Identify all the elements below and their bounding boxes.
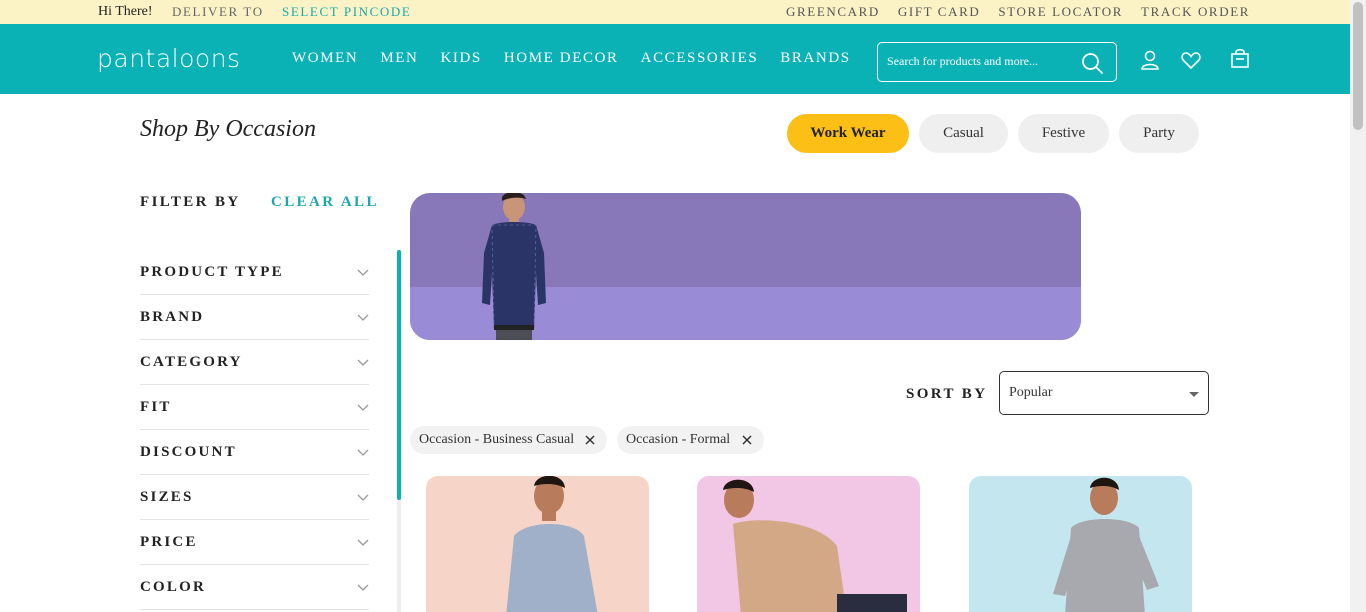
nav-accessories[interactable]: ACCESSORIES [641,50,759,67]
chevron-down-icon [357,269,369,276]
filter-price[interactable]: PRICE [140,520,369,565]
filter-label: CATEGORY [140,354,243,370]
product-image [1053,477,1159,612]
chevron-down-icon [357,494,369,501]
filter-sizes[interactable]: SIZES [140,475,369,520]
filter-color[interactable]: COLOR [140,565,369,610]
filter-scrollbar-thumb[interactable] [397,250,401,500]
product-image [506,476,598,612]
filter-label: SIZES [140,489,194,505]
nav-home-decor[interactable]: HOME DECOR [504,50,619,67]
clear-all-button[interactable]: CLEAR ALL [271,194,379,211]
chevron-down-icon [357,449,369,456]
track-order-link[interactable]: TRACK ORDER [1141,4,1250,20]
pill-casual[interactable]: Casual [919,114,1008,153]
product-image [723,479,907,612]
close-icon[interactable] [742,435,752,445]
pantaloons-logo[interactable]: pantaloons [97,44,241,73]
deliver-to-label: DELIVER TO [172,4,264,19]
filter-label: BRAND [140,309,205,325]
search-box [877,42,1117,82]
greeting-text: Hi There! [98,4,153,19]
chip-label: Occasion - Business Casual [419,432,575,447]
nav-women[interactable]: WOMEN [292,50,358,67]
close-icon[interactable] [585,435,595,445]
filter-fit[interactable]: FIT [140,385,369,430]
pill-party[interactable]: Party [1119,114,1199,153]
nav-brands[interactable]: BRANDS [780,50,850,67]
sort-selected-value: Popular [1009,385,1053,400]
sort-by-select[interactable]: Popular [999,371,1209,415]
banner-model-image [482,193,546,340]
pill-work-wear[interactable]: Work Wear [787,114,909,153]
filter-brand[interactable]: BRAND [140,295,369,340]
filter-scrollbar[interactable] [397,250,401,612]
shop-by-occasion-title: Shop By Occasion [140,116,316,142]
filter-category[interactable]: CATEGORY [140,340,369,385]
page-scrollbar-thumb[interactable] [1353,2,1363,130]
filter-discount[interactable]: DISCOUNT [140,430,369,475]
filter-by-heading: FILTER BY [140,194,241,210]
filter-label: FIT [140,399,172,415]
search-icon[interactable] [1080,51,1104,75]
chevron-down-icon [357,404,369,411]
top-strip: Hi There! DELIVER TO SELECT PINCODE GREE… [0,0,1350,24]
top-links: GREENCARD GIFT CARD STORE LOCATOR TRACK … [786,4,1250,20]
product-card[interactable] [426,476,649,612]
caret-down-icon [1189,392,1199,397]
pill-festive[interactable]: Festive [1018,114,1109,153]
shopping-bag-icon[interactable] [1229,47,1251,69]
user-icon[interactable] [1139,49,1161,71]
applied-filter-chip: Occasion - Formal [617,426,764,454]
filter-label: PRODUCT TYPE [140,264,284,280]
main-header: pantaloons WOMEN MEN KIDS HOME DECOR ACC… [0,24,1350,94]
filter-label: COLOR [140,579,207,595]
nav-men[interactable]: MEN [380,50,418,67]
chevron-down-icon [357,539,369,546]
work-wear-banner[interactable] [410,193,1081,340]
store-locator-link[interactable]: STORE LOCATOR [998,4,1123,20]
chevron-down-icon [357,314,369,321]
nav-kids[interactable]: KIDS [440,50,481,67]
product-card[interactable] [969,476,1192,612]
main-nav: WOMEN MEN KIDS HOME DECOR ACCESSORIES BR… [292,50,851,67]
greencard-link[interactable]: GREENCARD [786,4,880,20]
select-pincode-link[interactable]: SELECT PINCODE [282,4,411,20]
chevron-down-icon [357,584,369,591]
sort-by-label: SORT BY [906,386,988,402]
gift-card-link[interactable]: GIFT CARD [898,4,980,20]
chip-label: Occasion - Formal [626,432,731,447]
heart-icon[interactable] [1180,49,1202,71]
applied-filter-chip: Occasion - Business Casual [410,426,607,454]
filter-label: DISCOUNT [140,444,237,460]
search-input[interactable] [887,54,1077,69]
filter-label: PRICE [140,534,198,550]
chevron-down-icon [357,359,369,366]
product-card[interactable] [697,476,920,612]
page-scrollbar[interactable] [1350,0,1366,612]
filter-product-type[interactable]: PRODUCT TYPE [140,250,369,295]
filter-list: PRODUCT TYPE BRAND CATEGORY FIT DISCOUNT… [140,250,369,610]
